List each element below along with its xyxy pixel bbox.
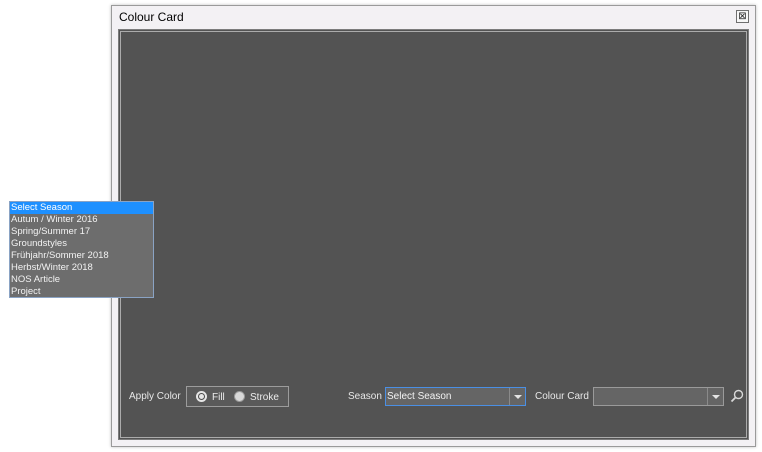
season-option[interactable]: Project (10, 286, 153, 298)
apply-color-radio-group: Fill Stroke (186, 386, 289, 407)
season-option[interactable]: NOS Article (10, 274, 153, 286)
stroke-radio[interactable] (234, 391, 245, 402)
season-select[interactable]: Select Season (385, 387, 526, 406)
season-option[interactable]: Groundstyles (10, 238, 153, 250)
colour-card-label: Colour Card (535, 391, 589, 402)
season-option[interactable]: Herbst/Winter 2018 (10, 262, 153, 274)
content-panel: Apply Color Fill Stroke Season Select Se… (118, 29, 749, 440)
colour-card-window: Colour Card ⊠ Apply Color Fill Stroke Se… (111, 5, 756, 447)
window-title: Colour Card (119, 10, 184, 24)
colour-card-select[interactable] (593, 387, 724, 406)
search-icon[interactable] (730, 389, 744, 403)
title-bar[interactable]: Colour Card ⊠ (112, 6, 755, 29)
season-option[interactable]: Spring/Summer 17 (10, 226, 153, 238)
season-option[interactable]: Select Season (10, 202, 153, 214)
season-option[interactable]: Frühjahr/Sommer 2018 (10, 250, 153, 262)
fill-radio-label[interactable]: Fill (212, 392, 225, 403)
season-label: Season (348, 391, 382, 402)
close-icon[interactable]: ⊠ (736, 10, 749, 23)
season-select-value: Select Season (387, 391, 452, 402)
chevron-down-icon[interactable] (509, 388, 525, 405)
season-dropdown-list: Select Season Autum / Winter 2016 Spring/S… (9, 201, 154, 298)
season-option[interactable]: Autum / Winter 2016 (10, 214, 153, 226)
chevron-down-icon[interactable] (707, 388, 723, 405)
content-panel-border (120, 31, 747, 438)
stroke-radio-label[interactable]: Stroke (250, 392, 279, 403)
apply-color-label: Apply Color (129, 391, 181, 402)
fill-radio[interactable] (196, 391, 207, 402)
